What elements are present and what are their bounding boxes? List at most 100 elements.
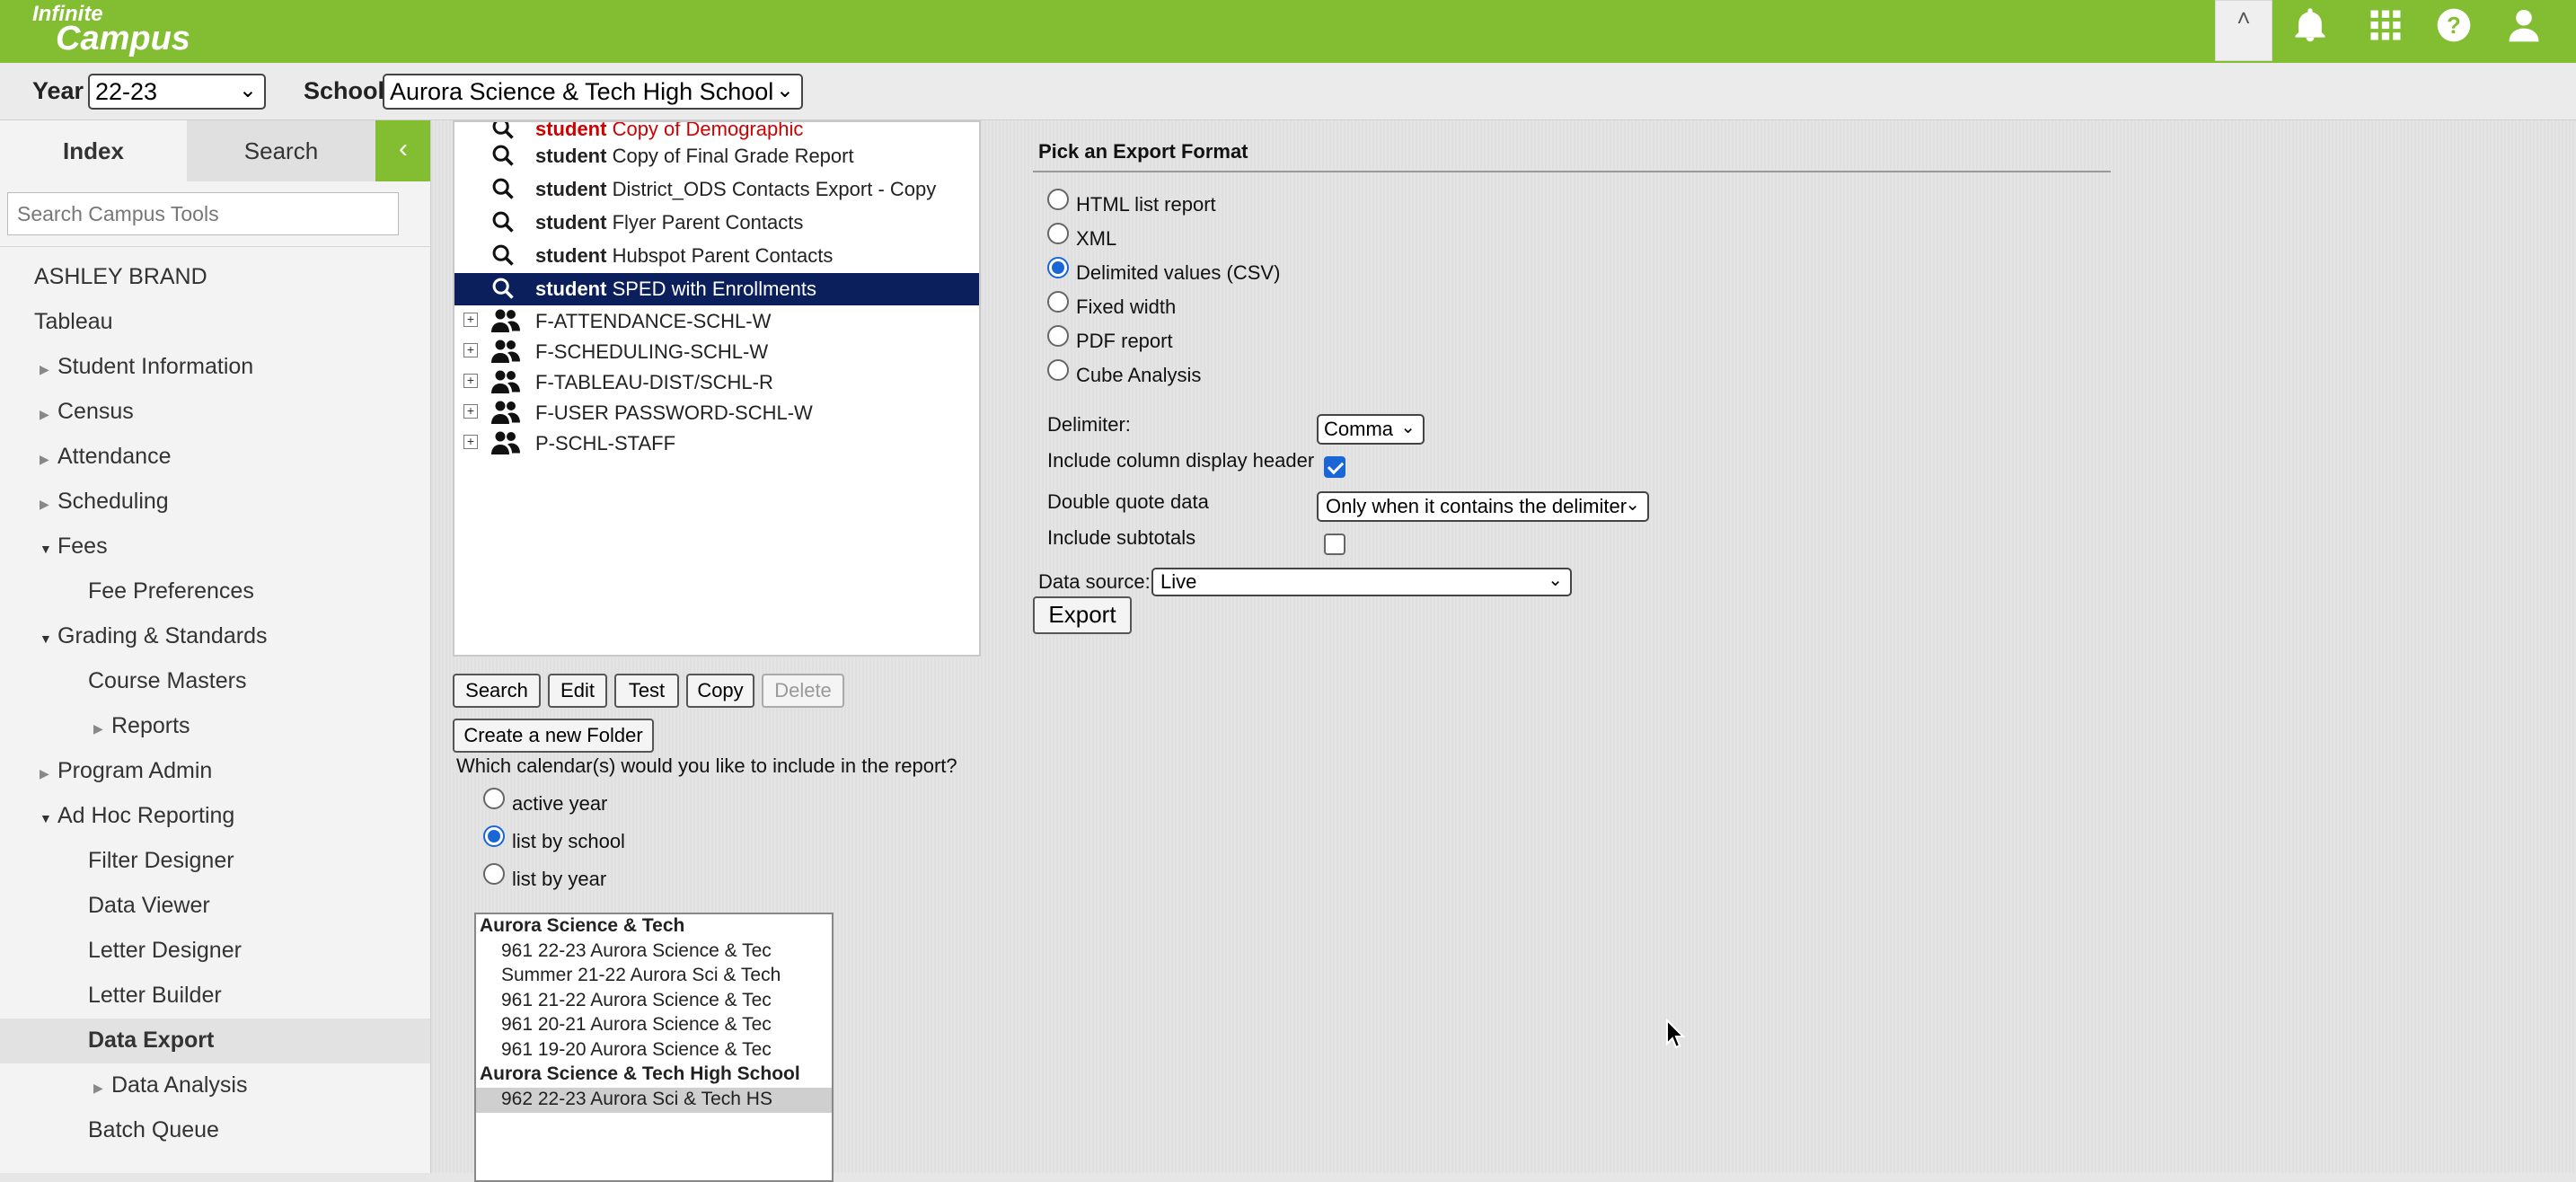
data-source-select[interactable]: Live ⌄ (1151, 568, 1572, 596)
sidebar-item-letter-designer[interactable]: Letter Designer (88, 938, 242, 964)
list-item[interactable]: 961 21-22 Aurora Science & Tec (476, 989, 832, 1014)
copy-button[interactable]: Copy (686, 674, 754, 708)
double-quote-select[interactable]: Only when it contains the delimiter ⌄ (1317, 491, 1649, 522)
delimiter-select[interactable]: Comma ⌄ (1317, 414, 1425, 445)
user-icon[interactable] (2504, 5, 2547, 49)
tree-item-label: Copy of Demographic (612, 120, 804, 140)
tree-item[interactable]: student District_ODS Contacts Export - C… (454, 173, 979, 206)
collapse-sidebar-button[interactable]: ‹ (375, 120, 430, 181)
radio-delimited-csv[interactable] (1047, 257, 1069, 278)
expand-icon[interactable]: + (463, 343, 478, 357)
create-folder-button[interactable]: Create a new Folder (453, 719, 654, 753)
search-icon (490, 209, 516, 240)
delimiter-value: Comma (1324, 418, 1394, 440)
apps-grid-icon[interactable] (2366, 5, 2409, 49)
list-item[interactable]: 961 19-20 Aurora Science & Tec (476, 1038, 832, 1063)
user-group-icon (490, 399, 521, 431)
radio-fixed-width[interactable] (1047, 291, 1069, 313)
export-tree[interactable]: student Copy of Demographic student Copy… (453, 120, 981, 657)
year-label: Year (32, 77, 84, 104)
sidebar-item-letter-builder[interactable]: Letter Builder (88, 983, 222, 1009)
tree-item-label: SPED with Enrollments (612, 278, 816, 300)
tree-folder-label: F-USER PASSWORD-SCHL-W (535, 401, 813, 424)
sidebar-item-tableau[interactable]: Tableau (34, 309, 113, 335)
calendar-listbox[interactable]: Aurora Science & Tech 961 22-23 Aurora S… (474, 913, 834, 1182)
radio-active-year[interactable] (483, 788, 505, 809)
sidebar-item-fees[interactable]: ▼ Fees (40, 534, 108, 560)
radio-cube-analysis[interactable] (1047, 359, 1069, 381)
test-button[interactable]: Test (614, 674, 679, 708)
sidebar-item-program-admin[interactable]: ▶ Program Admin (40, 758, 212, 784)
tree-item-type: student (535, 278, 607, 300)
radio-pdf-report[interactable] (1047, 325, 1069, 347)
tree-item[interactable]: student Copy of Final Grade Report (454, 140, 979, 172)
top-bar: Infinite Campus ˄ ? (0, 0, 2576, 63)
sidebar-item-filter-designer[interactable]: Filter Designer (88, 848, 234, 874)
radio-list-by-school[interactable] (483, 825, 505, 847)
sidebar-item-student-information[interactable]: ▶ Student Information (40, 354, 253, 380)
tree-folder[interactable]: + P-SCHL-STAFF (454, 428, 979, 460)
data-source-value: Live (1160, 570, 1197, 593)
caret-right-icon: ▶ (40, 362, 49, 376)
active-item-highlight (0, 1019, 430, 1063)
tree-item[interactable]: student Hubspot Parent Contacts (454, 240, 979, 272)
sidebar: Index Search ‹ Search Campus Tools ASHLE… (0, 120, 431, 1173)
sidebar-item-ashley-brand[interactable]: ASHLEY BRAND (34, 264, 207, 290)
tree-folder[interactable]: + F-SCHEDULING-SCHL-W (454, 336, 979, 368)
search-icon (490, 276, 516, 306)
delimiter-label: Delimiter: (1047, 413, 1131, 436)
tree-folder[interactable]: + F-USER PASSWORD-SCHL-W (454, 397, 979, 429)
school-select[interactable]: Aurora Science & Tech High School ⌄ (383, 74, 803, 110)
expand-icon[interactable]: + (463, 374, 478, 388)
sidebar-item-batch-queue[interactable]: Batch Queue (88, 1117, 219, 1143)
radio-list-by-year[interactable] (483, 863, 505, 885)
delete-button[interactable]: Delete (762, 674, 844, 708)
tree-folder[interactable]: + F-TABLEAU-DIST/SCHL-R (454, 366, 979, 399)
sidebar-item-data-export[interactable]: Data Export (88, 1028, 214, 1054)
sidebar-item-course-masters[interactable]: Course Masters (88, 668, 246, 694)
sidebar-item-data-viewer[interactable]: Data Viewer (88, 893, 210, 919)
tree-item[interactable]: student Flyer Parent Contacts (454, 207, 979, 239)
search-campus-tools-input[interactable]: Search Campus Tools (7, 192, 399, 235)
sidebar-item-scheduling[interactable]: ▶ Scheduling (40, 489, 169, 515)
sidebar-item-grading-standards[interactable]: ▼ Grading & Standards (40, 623, 267, 649)
search-button[interactable]: Search (453, 674, 541, 708)
list-item[interactable]: 961 22-23 Aurora Science & Tec (476, 939, 832, 965)
expand-icon[interactable]: + (463, 435, 478, 449)
include-header-checkbox[interactable] (1324, 456, 1345, 478)
tree-folder[interactable]: + F-ATTENDANCE-SCHL-W (454, 305, 979, 338)
caret-right-icon: ▶ (40, 766, 49, 781)
sidebar-item-census[interactable]: ▶ Census (40, 399, 134, 425)
radio-html-list-report[interactable] (1047, 189, 1069, 210)
sidebar-item-fee-preferences[interactable]: Fee Preferences (88, 578, 254, 604)
tab-index[interactable]: Index (0, 120, 187, 181)
sidebar-item-ad-hoc-reporting[interactable]: ▼ Ad Hoc Reporting (40, 803, 234, 829)
help-icon[interactable]: ? (2434, 5, 2477, 49)
tree-item-selected[interactable]: student SPED with Enrollments (454, 273, 979, 305)
radio-label: Delimited values (CSV) (1076, 261, 1281, 284)
collapse-header-button[interactable]: ˄ (2215, 0, 2272, 61)
tree-folder-label: F-TABLEAU-DIST/SCHL-R (535, 371, 773, 393)
include-subtotals-checkbox[interactable] (1324, 534, 1345, 555)
sidebar-item-data-analysis[interactable]: ▶ Data Analysis (93, 1072, 247, 1098)
double-quote-label: Double quote data (1047, 490, 1209, 513)
list-item-selected[interactable]: 962 22-23 Aurora Sci & Tech HS (476, 1088, 832, 1113)
list-item[interactable]: Summer 21-22 Aurora Sci & Tech (476, 964, 832, 989)
edit-button[interactable]: Edit (548, 674, 607, 708)
sidebar-item-reports[interactable]: ▶ Reports (93, 713, 190, 739)
caret-down-icon: ▼ (40, 542, 52, 556)
sidebar-item-attendance[interactable]: ▶ Attendance (40, 444, 172, 470)
bell-icon[interactable] (2290, 5, 2333, 49)
tab-search[interactable]: Search (187, 120, 375, 181)
tree-folder-label: F-SCHEDULING-SCHL-W (535, 340, 769, 363)
list-item[interactable]: 961 20-21 Aurora Science & Tec (476, 1013, 832, 1038)
user-group-icon (490, 338, 521, 370)
main-content: student Copy of Demographic student Copy… (431, 120, 2576, 1182)
expand-icon[interactable]: + (463, 404, 478, 419)
radio-xml[interactable] (1047, 223, 1069, 244)
tree-item-label: Flyer Parent Contacts (612, 211, 804, 234)
export-button[interactable]: Export (1033, 596, 1132, 634)
expand-icon[interactable]: + (463, 313, 478, 327)
infinite-campus-logo[interactable]: Infinite Campus (32, 4, 190, 57)
year-select[interactable]: 22-23 ⌄ (88, 74, 266, 110)
